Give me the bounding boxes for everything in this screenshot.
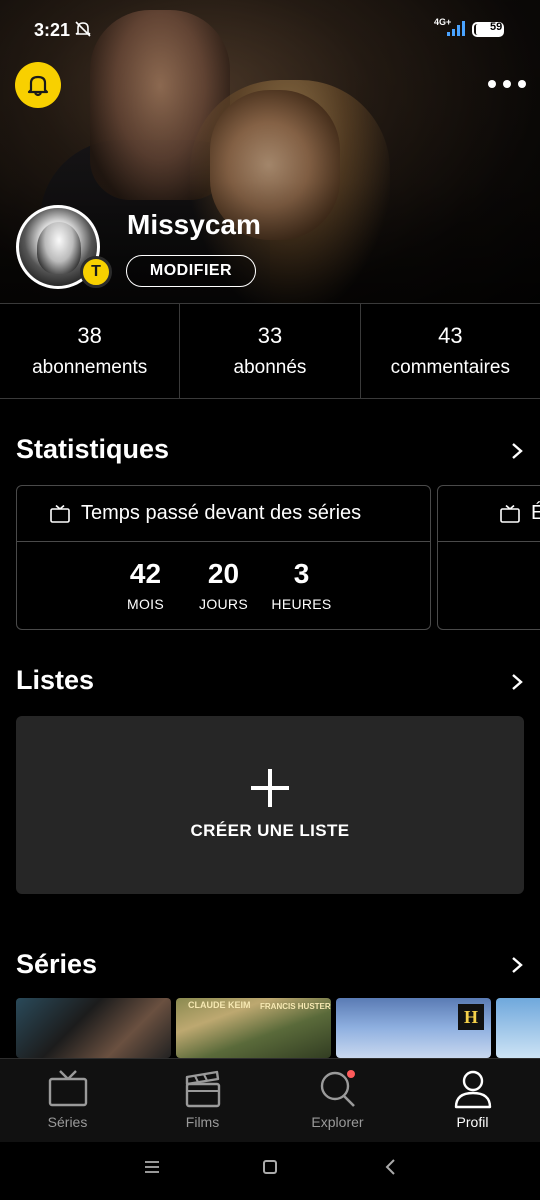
clapperboard-icon [185,1070,220,1108]
recent-apps-icon[interactable] [145,1161,159,1173]
chevron-right-icon[interactable] [508,442,526,460]
notifications-muted-icon [75,21,91,37]
more-dot-icon [518,80,526,88]
profile-username: Missycam [127,209,261,240]
watch-time-card[interactable]: Temps passé devant des séries 42 MOIS 20… [16,485,431,630]
user-icon [454,1070,491,1109]
following-count[interactable]: 38 abonnements [0,304,181,398]
create-list-label: CRÉER UNE LISTE [190,821,350,840]
plus-icon [251,769,289,807]
stat-number: 3 [293,558,310,589]
status-time: 3:21 [34,20,71,40]
explorer-notification-dot [347,1070,355,1078]
episodes-stat-card[interactable]: É [437,485,540,630]
tv-icon [500,504,520,523]
nav-label: Explorer [311,1114,364,1130]
count-label: abonnés [233,357,307,378]
nav-series[interactable]: Séries [0,1059,135,1142]
chevron-right-icon[interactable] [508,673,526,691]
create-list-button[interactable]: CRÉER UNE LISTE [16,716,524,894]
stat-number: 20 [207,558,240,589]
count-label: abonnements [32,357,148,378]
watch-time-card-title: Temps passé devant des séries [81,502,362,524]
series-poster[interactable]: CLAUDE KEIM FRANCIS HUSTER [176,998,331,1058]
status-bar: 3:21 4G+ 59 [0,0,540,60]
nav-label: Profil [456,1114,489,1130]
home-icon[interactable] [263,1160,277,1174]
lists-title: Listes [16,665,95,695]
statistics-title: Statistiques [16,434,170,464]
stat-hours: 3 HEURES [263,558,341,612]
stat-months: 42 MOIS [107,558,185,612]
back-icon[interactable] [384,1159,396,1175]
series-poster[interactable] [496,998,540,1058]
nav-explorer[interactable]: Explorer [270,1059,405,1142]
profile-counts: 38 abonnements 33 abonnés 43 commentaire… [0,303,540,399]
stat-unit: HEURES [271,596,332,612]
more-dot-icon [503,80,511,88]
history-logo: H [458,1004,484,1030]
edit-profile-button[interactable]: MODIFIER [126,255,256,287]
series-title: Séries [16,949,98,979]
more-options-button[interactable] [488,70,526,98]
notifications-button[interactable] [15,62,61,108]
stat-days: 20 JOURS [185,558,263,612]
comments-count[interactable]: 43 commentaires [361,304,540,398]
stat-number: 42 [129,558,162,589]
poster-text: CLAUDE KEIM [188,1000,251,1010]
stat-unit: JOURS [199,596,248,612]
series-posters: CLAUDE KEIM FRANCIS HUSTER H [16,998,540,1058]
nav-profil[interactable]: Profil [405,1059,540,1142]
count-label: commentaires [390,357,510,378]
more-dot-icon [488,80,496,88]
tier-badge: T [80,256,112,288]
battery-level: 59 [490,21,503,33]
followers-count[interactable]: 33 abonnés [180,304,361,398]
bottom-navigation: Séries Films Explorer Profil [0,1058,540,1142]
poster-text: FRANCIS HUSTER [260,1002,331,1011]
stat-unit: MOIS [127,596,164,612]
count-value: 33 [257,323,283,348]
count-value: 38 [77,323,102,348]
nav-label: Séries [47,1114,88,1130]
episodes-card-title: É [531,502,540,525]
count-value: 43 [438,323,463,348]
nav-films[interactable]: Films [135,1059,270,1142]
series-poster[interactable]: H [336,998,491,1058]
nav-label: Films [185,1114,220,1130]
signal-icon [447,21,465,36]
chevron-right-icon[interactable] [508,956,526,974]
tv-icon [50,504,70,523]
bell-icon [27,75,49,97]
tv-icon [48,1070,87,1107]
series-poster[interactable] [16,998,171,1058]
